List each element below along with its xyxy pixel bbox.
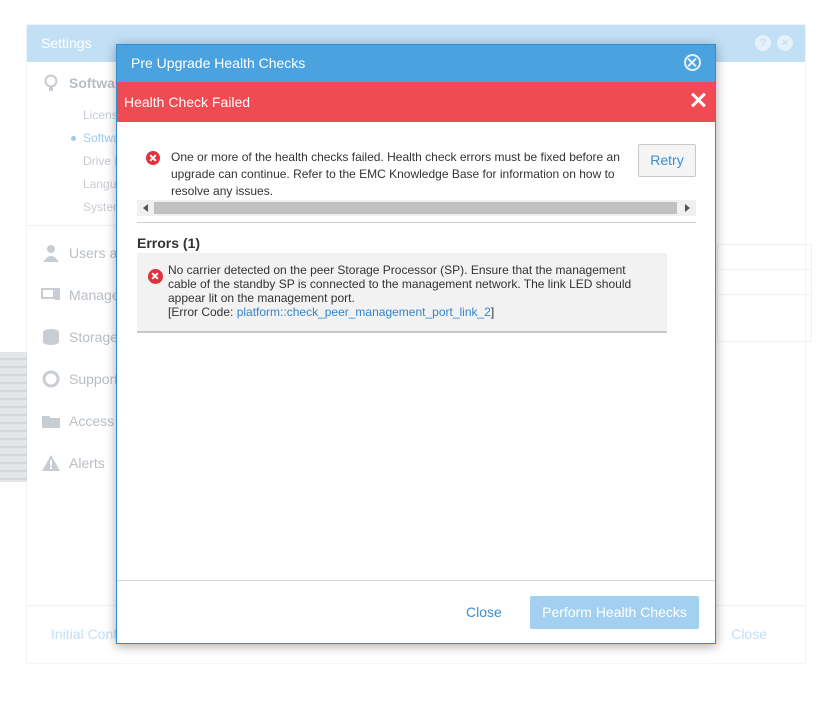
storage-icon xyxy=(43,329,59,345)
perform-health-checks-button[interactable]: Perform Health Checks xyxy=(530,596,699,629)
error-item: No carrier detected on the peer Storage … xyxy=(137,253,667,333)
scroll-right-icon[interactable] xyxy=(685,204,690,212)
help-icon[interactable]: ? xyxy=(755,35,771,51)
error-icon xyxy=(148,269,163,284)
dialog-title: Pre Upgrade Health Checks xyxy=(131,55,306,71)
screen: Settings ? × Softwar Licens Softwa Drive… xyxy=(0,0,833,706)
close-button[interactable]: Close xyxy=(466,604,502,620)
error-code-suffix: ] xyxy=(490,305,495,319)
hardware-image xyxy=(0,352,27,482)
banner-text: Health Check Failed xyxy=(124,94,251,110)
nav-item-label: Access xyxy=(69,413,115,429)
error-code-prefix: [Error Code: xyxy=(168,305,237,319)
bulb-icon xyxy=(44,74,58,91)
monitor-icon xyxy=(41,288,60,300)
error-icon xyxy=(146,151,160,165)
error-text: No carrier detected on the peer Storage … xyxy=(168,263,648,319)
nav-item-label: Users ar xyxy=(69,245,122,261)
nav-item-label: Manage xyxy=(69,287,120,303)
settings-close-link[interactable]: Close xyxy=(731,626,767,642)
retry-button[interactable]: Retry xyxy=(638,144,696,177)
settings-title: Settings xyxy=(41,35,92,51)
user-icon xyxy=(43,245,59,262)
horizontal-scrollbar[interactable] xyxy=(137,200,696,216)
health-check-failed-banner: Health Check Failed xyxy=(117,82,715,122)
initial-config-link[interactable]: Initial Conf xyxy=(51,626,117,642)
dialog-header: Pre Upgrade Health Checks xyxy=(117,45,715,82)
health-check-dialog: Pre Upgrade Health Checks Health Check F… xyxy=(116,44,716,644)
close-icon[interactable]: × xyxy=(777,35,793,51)
nav-item-label: Support xyxy=(69,371,119,387)
dialog-footer: Close Perform Health Checks xyxy=(117,580,715,643)
support-icon xyxy=(42,370,60,388)
failure-summary: One or more of the health checks failed.… xyxy=(146,149,626,200)
background-table xyxy=(717,244,812,342)
error-code-link[interactable]: platform::check_peer_management_port_lin… xyxy=(237,305,491,319)
nav-item-label: Softwar xyxy=(69,75,121,91)
errors-heading: Errors (1) xyxy=(137,235,201,251)
summary-text: One or more of the health checks failed.… xyxy=(171,150,620,198)
folder-icon xyxy=(42,416,60,428)
error-message: No carrier detected on the peer Storage … xyxy=(168,263,632,305)
nav-item-label: Alerts xyxy=(69,455,105,471)
nav-item-label: Storage xyxy=(69,329,119,345)
scrollbar-thumb[interactable] xyxy=(154,202,677,214)
warning-icon xyxy=(42,455,60,471)
section-divider xyxy=(137,222,696,223)
scroll-left-icon[interactable] xyxy=(143,204,148,212)
close-icon[interactable] xyxy=(684,54,701,71)
dismiss-icon[interactable] xyxy=(691,92,707,108)
